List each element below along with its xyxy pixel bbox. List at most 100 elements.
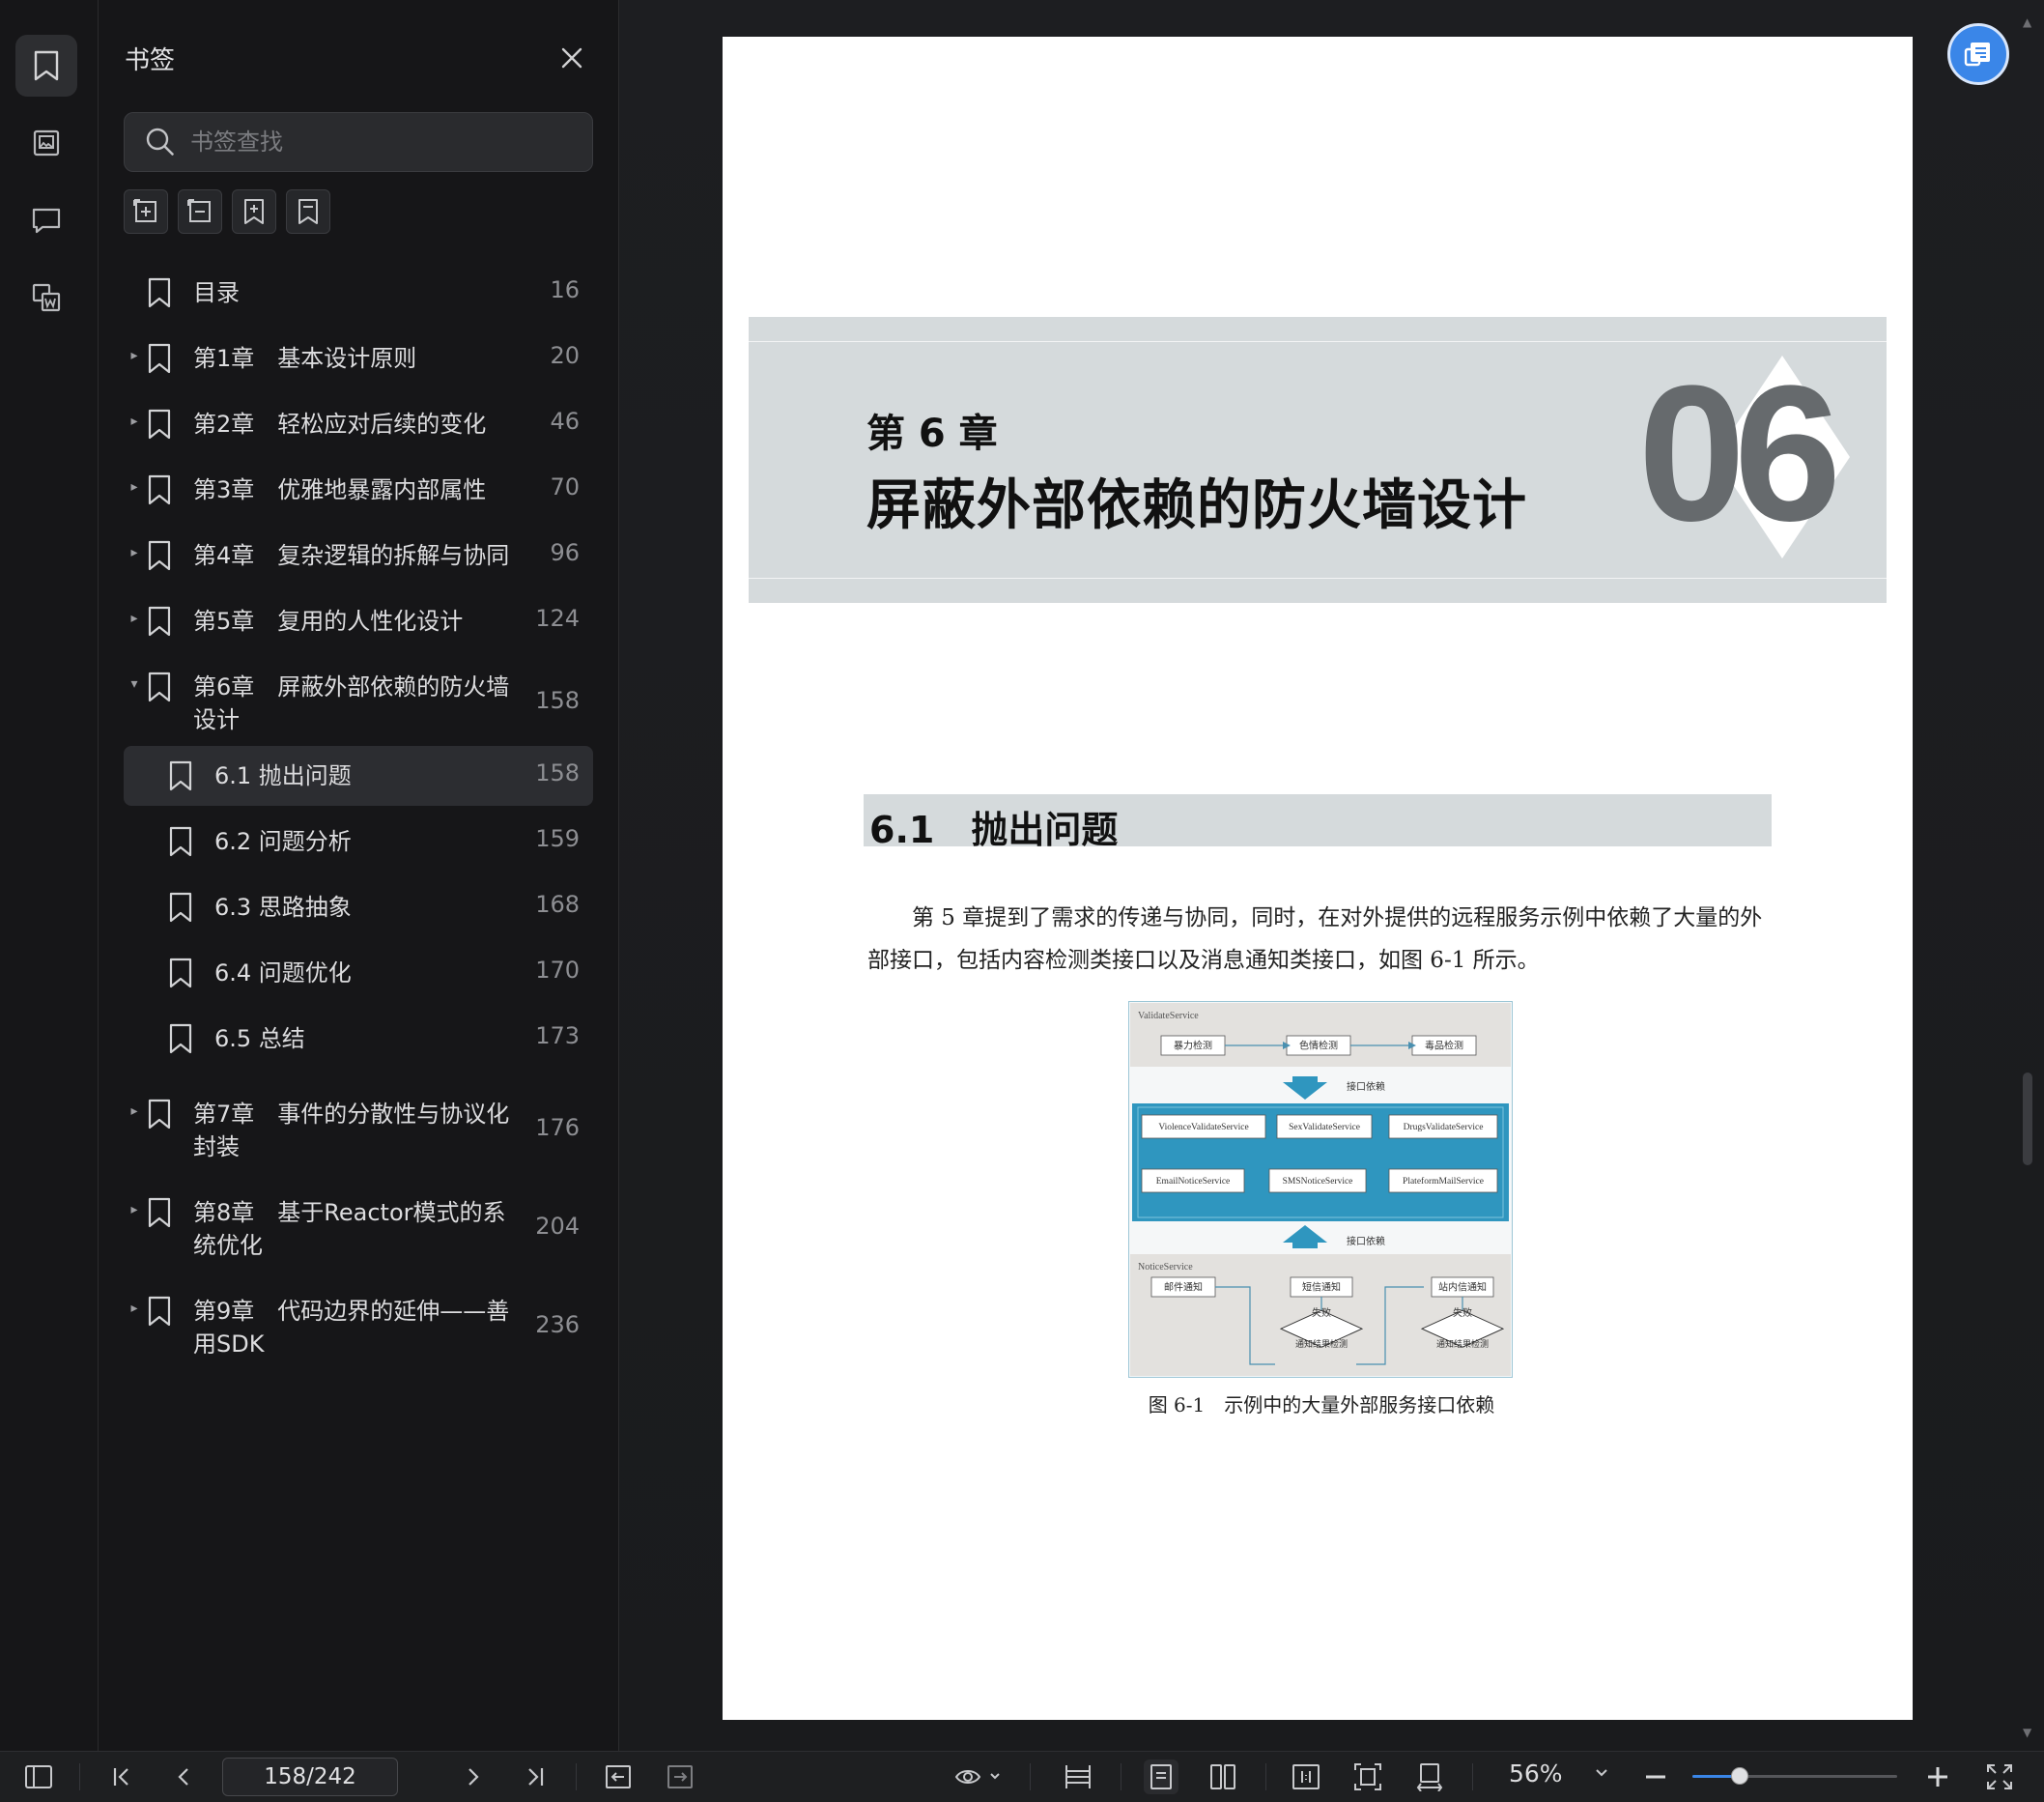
fullscreen-icon — [1987, 1764, 2012, 1789]
expand-arrow-icon[interactable]: ▸ — [124, 473, 145, 495]
bookmark-label: 第8章 基于Reactor模式的系 统优化 — [193, 1199, 506, 1259]
bookmark-item[interactable]: ▾ 第6章 屏蔽外部依赖的防火墙 设计 158 — [124, 671, 593, 736]
expand-arrow-icon[interactable]: ▸ — [124, 1196, 145, 1217]
last-page-button[interactable] — [518, 1759, 553, 1794]
fit-width-button[interactable] — [1061, 1759, 1095, 1794]
fit-page-button[interactable] — [1350, 1759, 1385, 1794]
bookmark-item[interactable]: 6.2 问题分析 159 — [124, 825, 593, 858]
rotate-button[interactable] — [1412, 1759, 1447, 1794]
zoom-level[interactable]: 56% — [1509, 1759, 1563, 1788]
bookmark-item[interactable]: ▸ 第5章 复用的人性化设计 124 — [124, 605, 593, 638]
figure-check-label: 通知结果检测 — [1436, 1338, 1489, 1349]
comment-icon — [32, 208, 61, 234]
toggle-sidebar-button[interactable] — [21, 1759, 56, 1794]
zoom-slider-handle[interactable] — [1730, 1767, 1748, 1785]
chapter-big-number: 06 — [1638, 346, 1850, 561]
first-page-button[interactable] — [104, 1759, 139, 1794]
bookmark-item[interactable]: ▸ 第7章 事件的分散性与协议化 封装 176 — [124, 1098, 593, 1163]
bookmark-item[interactable]: ▸ 第4章 复杂逻辑的拆解与协同 96 — [124, 539, 593, 572]
convert-panel-button[interactable] — [15, 267, 77, 329]
collapse-all-button[interactable] — [178, 189, 222, 234]
figure-validate-group-label: ValidateService — [1138, 1011, 1199, 1021]
scroll-up-arrow[interactable]: ▲ — [2023, 15, 2031, 29]
view-mode-button[interactable] — [951, 1759, 1008, 1794]
close-panel-button[interactable] — [554, 41, 589, 75]
bookmark-label: 6.1 抛出问题 — [214, 762, 352, 789]
figure-validate-step: 毒品检测 — [1411, 1035, 1477, 1056]
go-forward-button[interactable] — [663, 1759, 697, 1794]
expand-arrow-icon[interactable]: ▸ — [124, 342, 145, 363]
figure-validate-step: 暴力检测 — [1160, 1035, 1226, 1056]
bookmark-label: 第5章 复用的人性化设计 — [193, 608, 464, 635]
two-page-button[interactable] — [1206, 1759, 1240, 1794]
bookmark-page-number: 159 — [535, 825, 580, 852]
bookmark-item[interactable]: ▸ 第2章 轻松应对后续的变化 46 — [124, 408, 593, 441]
bookmark-label: 6.5 总结 — [214, 1025, 305, 1052]
svg-text:SexValidateService: SexValidateService — [1289, 1123, 1360, 1132]
previous-page-button[interactable] — [166, 1759, 201, 1794]
add-bookmark-button[interactable] — [232, 189, 276, 234]
bookmark-icon — [34, 50, 59, 81]
bookmark-item[interactable]: 目录 16 — [124, 276, 593, 309]
figure-service-box: ViolenceValidateService — [1141, 1114, 1266, 1139]
last-page-icon — [528, 1768, 544, 1786]
bookmark-item[interactable]: ▸ 第8章 基于Reactor模式的系 统优化 204 — [124, 1196, 593, 1262]
fullscreen-button[interactable] — [1982, 1759, 2017, 1794]
expand-arrow-icon[interactable]: ▸ — [124, 1098, 145, 1119]
expand-arrow-icon[interactable]: ▸ — [124, 1295, 145, 1316]
bookmark-icon — [148, 1296, 171, 1327]
bookmark-icon — [148, 409, 171, 440]
bookmark-panel-button[interactable] — [15, 35, 77, 97]
bookmark-search-input[interactable] — [188, 128, 579, 157]
bookmark-item[interactable]: 6.4 问题优化 170 — [124, 957, 593, 989]
bookmark-item[interactable]: ▸ 第1章 基本设计原则 20 — [124, 342, 593, 375]
bookmark-toggle-button[interactable] — [286, 189, 330, 234]
bookmark-page-number: 158 — [535, 759, 580, 787]
bookmark-page-number: 20 — [550, 342, 580, 369]
bookmark-page-number: 204 — [535, 1213, 580, 1240]
bookmark-icon — [148, 277, 171, 308]
chevron-down-icon[interactable] — [1594, 1767, 1609, 1779]
bookmark-item[interactable]: 6.3 思路抽象 168 — [124, 891, 593, 924]
bookmark-icon — [148, 606, 171, 637]
bookmark-icon — [148, 343, 171, 374]
first-page-icon — [113, 1768, 128, 1786]
zoom-out-button[interactable] — [1638, 1759, 1673, 1794]
bookmark-item[interactable]: 6.5 总结 173 — [124, 1022, 593, 1055]
bookmark-label: 第7章 事件的分散性与协议化 封装 — [193, 1101, 510, 1160]
page-number-input[interactable]: 158/242 — [222, 1758, 398, 1796]
go-back-button[interactable] — [601, 1759, 636, 1794]
bookmark-tools — [124, 189, 330, 234]
section-title: 6.1 抛出问题 — [869, 809, 1119, 851]
expand-arrow-icon[interactable]: ▸ — [124, 408, 145, 429]
expand-arrow-icon[interactable]: ▸ — [124, 539, 145, 560]
bookmark-item[interactable]: ▸ 第9章 代码边界的延伸——善 用SDK 236 — [124, 1295, 593, 1360]
bookmark-page-number: 173 — [535, 1022, 580, 1049]
single-page-button[interactable] — [1144, 1759, 1178, 1794]
search-icon — [146, 128, 174, 156]
svg-text:邮件通知: 邮件通知 — [1164, 1280, 1203, 1293]
zoom-in-button[interactable] — [1920, 1759, 1955, 1794]
bookmark-page-number: 46 — [550, 408, 580, 435]
thumbnail-panel-button[interactable] — [15, 112, 77, 174]
bookmark-item[interactable]: 6.1 抛出问题 158 — [124, 746, 593, 806]
fit-page-icon — [1354, 1763, 1381, 1790]
comment-panel-button[interactable] — [15, 189, 77, 251]
expand-all-button[interactable] — [124, 189, 168, 234]
zoom-slider[interactable] — [1692, 1767, 1897, 1785]
bookmark-icon — [148, 1099, 171, 1130]
next-page-button[interactable] — [456, 1759, 491, 1794]
two-page-icon — [1210, 1764, 1235, 1789]
collapse-arrow-icon[interactable]: ▾ — [124, 671, 145, 692]
actual-size-button[interactable] — [1289, 1759, 1323, 1794]
bookmark-page-number: 96 — [550, 539, 580, 566]
scroll-down-arrow[interactable]: ▼ — [2023, 1726, 2031, 1739]
expand-arrow-icon[interactable]: ▸ — [124, 605, 145, 626]
vertical-scrollbar-thumb[interactable] — [2023, 1073, 2032, 1165]
bookmark-label: 6.3 思路抽象 — [214, 894, 352, 921]
bookmark-item[interactable]: ▸ 第3章 优雅地暴露内部属性 70 — [124, 473, 593, 506]
floating-assistant-button[interactable] — [1947, 23, 2009, 85]
